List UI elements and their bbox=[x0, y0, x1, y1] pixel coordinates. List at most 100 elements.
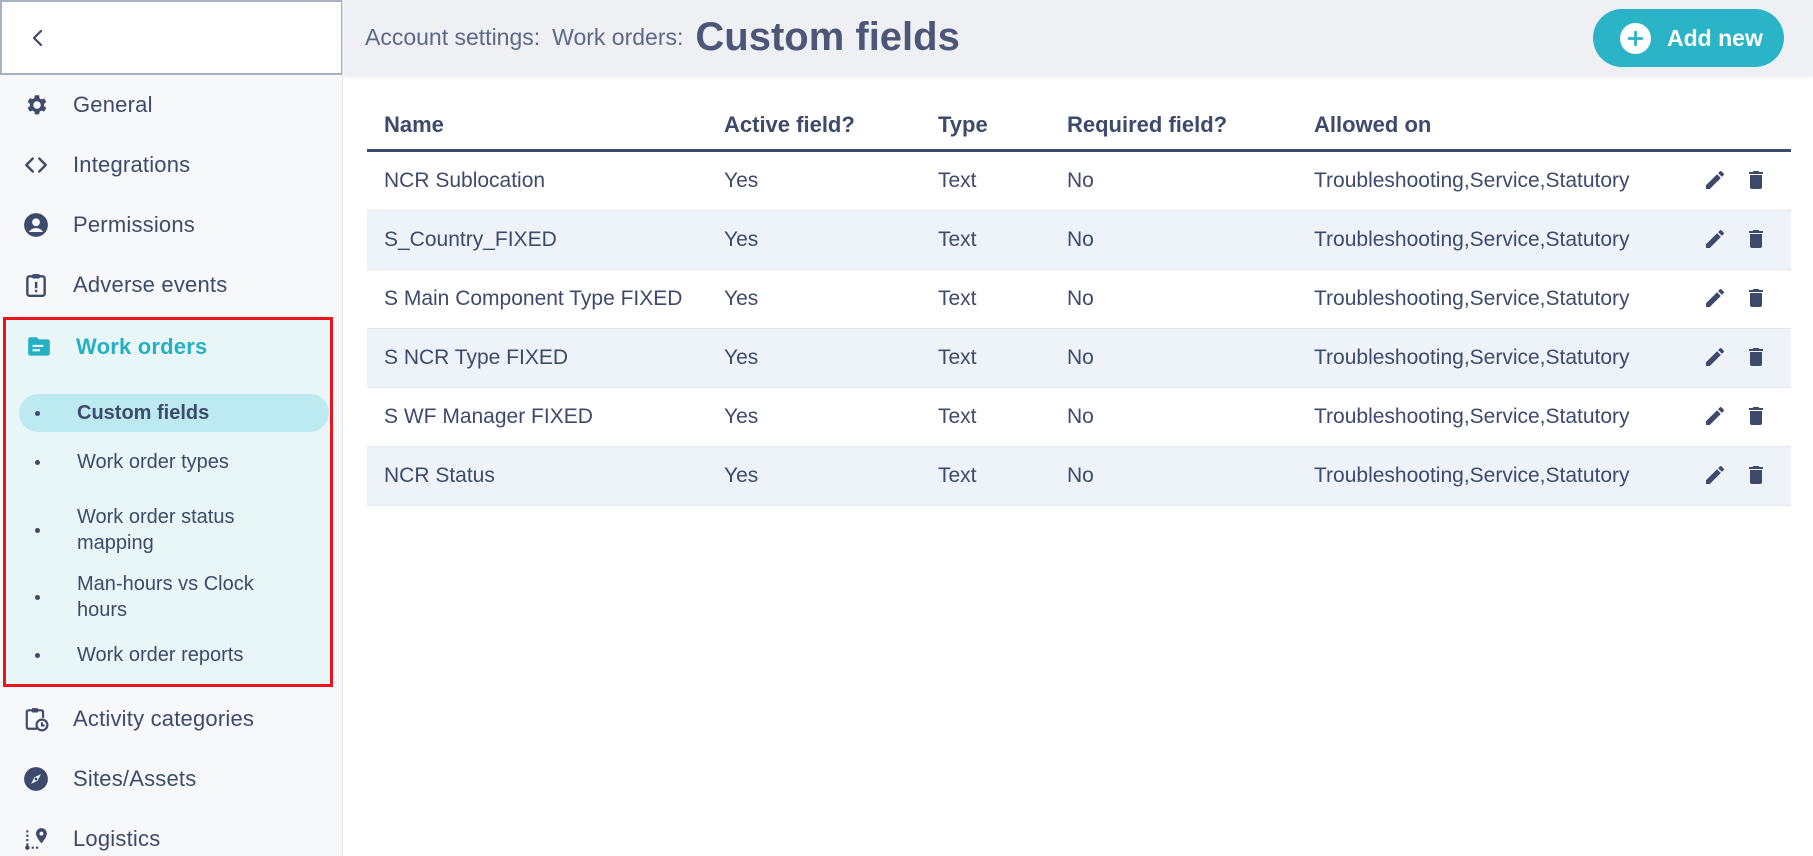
cell-active: Yes bbox=[724, 464, 759, 487]
sub-item-custom-fields[interactable]: Custom fields bbox=[19, 394, 329, 432]
delete-icon[interactable] bbox=[1743, 167, 1769, 193]
sidebar-item-integrations[interactable]: Integrations bbox=[0, 135, 342, 195]
cell-name: S WF Manager FIXED bbox=[384, 405, 593, 428]
cell-name: S Main Component Type FIXED bbox=[384, 287, 683, 310]
cell-allowed-on: Troubleshooting,Service,Statutory bbox=[1314, 287, 1630, 310]
clipboard-alert-icon bbox=[22, 271, 50, 299]
cell-required: No bbox=[1067, 287, 1094, 310]
table-row: S Main Component Type FIXED Yes Text No Trou… bbox=[367, 270, 1791, 329]
sub-item-label: Man-hours vs Clock hours bbox=[77, 573, 254, 621]
cell-type: Text bbox=[938, 169, 977, 192]
column-header-required[interactable]: Required field? bbox=[1067, 112, 1227, 138]
edit-icon[interactable] bbox=[1702, 344, 1728, 370]
sidebar-item-label: Logistics bbox=[73, 826, 161, 851]
sub-item-work-order-types[interactable]: Work order types bbox=[19, 442, 329, 482]
delete-icon[interactable] bbox=[1743, 285, 1769, 311]
bullet-icon bbox=[35, 410, 40, 416]
column-header-active[interactable]: Active field? bbox=[724, 112, 855, 138]
bullet-icon bbox=[35, 527, 40, 533]
cell-type: Text bbox=[938, 346, 977, 369]
table-row: NCR Status Yes Text No Troubleshooting,Servi… bbox=[367, 447, 1791, 506]
bullet-icon bbox=[35, 459, 40, 465]
cell-type: Text bbox=[938, 228, 977, 251]
compass-icon bbox=[22, 765, 50, 793]
edit-icon[interactable] bbox=[1702, 285, 1728, 311]
cell-active: Yes bbox=[724, 287, 759, 310]
cell-name: S_Country_FIXED bbox=[384, 228, 557, 251]
sidebar-item-adverse-events[interactable]: Adverse events bbox=[0, 255, 342, 315]
column-header-type[interactable]: Type bbox=[938, 112, 988, 138]
sub-item-work-order-reports[interactable]: Work order reports bbox=[19, 635, 329, 675]
plus-icon bbox=[1620, 22, 1651, 54]
cell-required: No bbox=[1067, 405, 1094, 428]
gear-icon bbox=[22, 91, 50, 119]
cell-allowed-on: Troubleshooting,Service,Statutory bbox=[1314, 464, 1630, 487]
table-header: Name Active field? Type Required field? … bbox=[367, 96, 1791, 152]
sidebar: General Integrations Permissions Adverse… bbox=[0, 0, 343, 856]
edit-icon[interactable] bbox=[1702, 403, 1728, 429]
edit-icon[interactable] bbox=[1702, 226, 1728, 252]
sub-item-label: Custom fields bbox=[77, 402, 210, 424]
breadcrumb-account-settings[interactable]: Account settings: bbox=[365, 24, 540, 51]
sidebar-item-label: Activity categories bbox=[73, 706, 255, 731]
table-row: NCR Sublocation Yes Text No Troubleshooting,… bbox=[367, 152, 1791, 211]
add-new-label: Add new bbox=[1667, 24, 1763, 51]
cell-type: Text bbox=[938, 405, 977, 428]
cell-required: No bbox=[1067, 169, 1094, 192]
code-icon bbox=[22, 151, 50, 179]
sub-item-work-order-status-mapping[interactable]: Work order status mapping bbox=[19, 504, 329, 556]
cell-required: No bbox=[1067, 346, 1094, 369]
sidebar-item-label: Adverse events bbox=[73, 272, 228, 297]
table-row: S NCR Type FIXED Yes Text No Troubleshooting… bbox=[367, 329, 1791, 388]
work-orders-group: Work orders Custom fields Work order typ… bbox=[3, 317, 333, 687]
table-row: S WF Manager FIXED Yes Text No Troubleshooti… bbox=[367, 388, 1791, 447]
cell-name: NCR Sublocation bbox=[384, 169, 546, 192]
breadcrumb-work-orders[interactable]: Work orders: bbox=[552, 24, 683, 51]
cell-active: Yes bbox=[724, 228, 759, 251]
sidebar-item-activity-categories[interactable]: Activity categories bbox=[0, 689, 342, 749]
folder-icon bbox=[25, 333, 53, 361]
cell-active: Yes bbox=[724, 169, 759, 192]
cell-allowed-on: Troubleshooting,Service,Statutory bbox=[1314, 346, 1630, 369]
sub-item-label: Work order types bbox=[77, 451, 229, 473]
cell-required: No bbox=[1067, 464, 1094, 487]
sidebar-item-label: Sites/Assets bbox=[73, 766, 197, 791]
cell-allowed-on: Troubleshooting,Service,Statutory bbox=[1314, 228, 1630, 251]
delete-icon[interactable] bbox=[1743, 344, 1769, 370]
delete-icon[interactable] bbox=[1743, 462, 1769, 488]
sidebar-item-label: Permissions bbox=[73, 212, 196, 237]
cell-active: Yes bbox=[724, 405, 759, 428]
column-header-name[interactable]: Name bbox=[384, 112, 444, 138]
bullet-icon bbox=[35, 652, 40, 658]
sidebar-item-label: Integrations bbox=[73, 152, 191, 177]
add-new-button[interactable]: Add new bbox=[1593, 9, 1784, 67]
sub-item-label: Work order status mapping bbox=[77, 506, 235, 554]
sidebar-item-label: General bbox=[73, 92, 153, 117]
delete-icon[interactable] bbox=[1743, 403, 1769, 429]
custom-fields-table: Name Active field? Type Required field? … bbox=[367, 96, 1791, 506]
back-button[interactable] bbox=[0, 0, 342, 75]
cell-required: No bbox=[1067, 228, 1094, 251]
edit-icon[interactable] bbox=[1702, 167, 1728, 193]
clipboard-clock-icon bbox=[22, 705, 50, 733]
cell-allowed-on: Troubleshooting,Service,Statutory bbox=[1314, 405, 1630, 428]
sidebar-item-sites-assets[interactable]: Sites/Assets bbox=[0, 749, 342, 809]
sub-item-man-hours-vs-clock-hours[interactable]: Man-hours vs Clock hours bbox=[19, 571, 329, 623]
route-pin-icon bbox=[22, 825, 50, 853]
sidebar-item-general[interactable]: General bbox=[0, 75, 342, 135]
sidebar-item-work-orders[interactable]: Work orders bbox=[3, 317, 333, 377]
column-header-allowed-on[interactable]: Allowed on bbox=[1314, 112, 1431, 138]
cell-type: Text bbox=[938, 287, 977, 310]
edit-icon[interactable] bbox=[1702, 462, 1728, 488]
cell-type: Text bbox=[938, 464, 977, 487]
cell-name: NCR Status bbox=[384, 464, 495, 487]
page-header: Account settings: Work orders: Custom fi… bbox=[344, 0, 1813, 75]
user-circle-icon bbox=[22, 211, 50, 239]
table-row: S_Country_FIXED Yes Text No Troubleshooting,… bbox=[367, 211, 1791, 270]
sub-item-label: Work order reports bbox=[77, 644, 244, 666]
delete-icon[interactable] bbox=[1743, 226, 1769, 252]
table-body: NCR Sublocation Yes Text No Troubleshooting,… bbox=[367, 152, 1791, 506]
cell-name: S NCR Type FIXED bbox=[384, 346, 568, 369]
sidebar-item-logistics[interactable]: Logistics bbox=[0, 809, 342, 856]
sidebar-item-permissions[interactable]: Permissions bbox=[0, 195, 342, 255]
